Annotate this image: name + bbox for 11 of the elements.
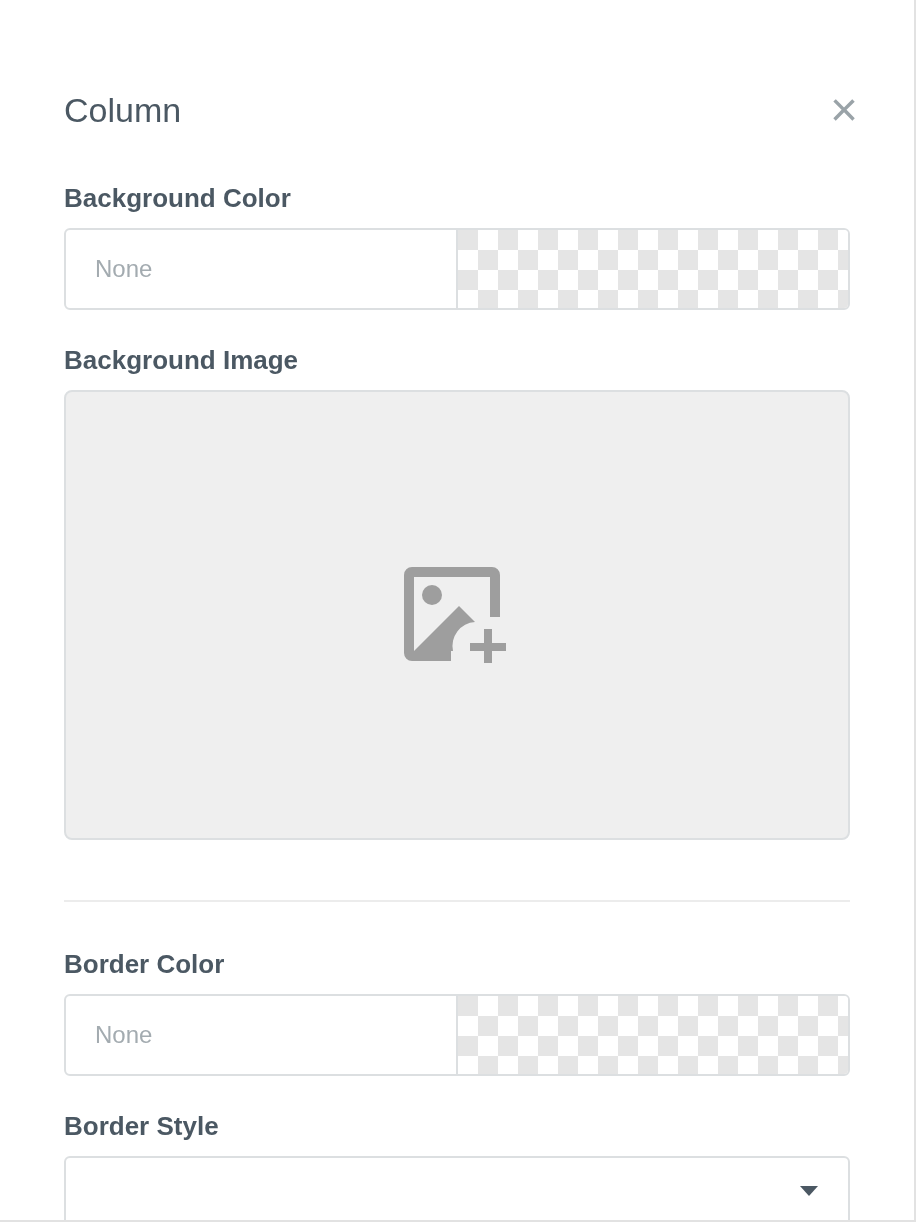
panel-title: Column bbox=[64, 90, 182, 131]
color-field[interactable]: None bbox=[64, 228, 850, 310]
field-label: Border Style bbox=[64, 1110, 220, 1142]
close-button[interactable]: × bbox=[829, 90, 858, 130]
color-field[interactable]: None bbox=[64, 994, 850, 1076]
select-field[interactable] bbox=[64, 1156, 850, 1220]
field-label: Border Color bbox=[64, 948, 226, 980]
field-label: Background Image bbox=[64, 344, 300, 376]
caret-icon bbox=[800, 1186, 818, 1196]
field-label: Background Color bbox=[64, 182, 292, 214]
image-dropzone[interactable] bbox=[64, 390, 850, 840]
